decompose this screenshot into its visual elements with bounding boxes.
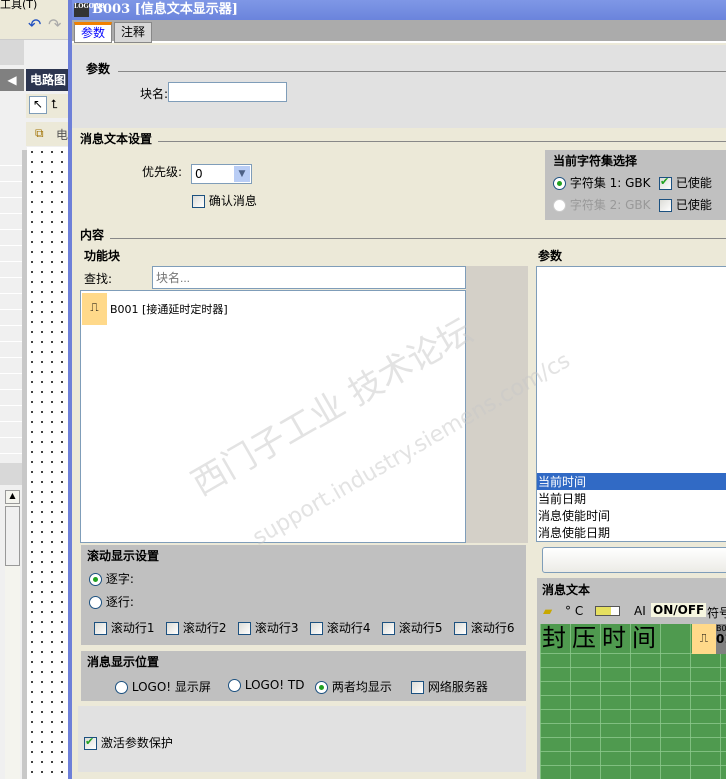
- title-bar: LOGO V8 B003 [信息文本显示器]: [72, 0, 726, 20]
- section-title: 参数: [86, 62, 111, 76]
- symbol-button[interactable]: 符号: [707, 604, 726, 621]
- message-text-group: 消息文本 ▰ ° C AI ON/OFF 符号 封 压 时 间 ⎍ B001: [537, 578, 726, 779]
- pointer-icon[interactable]: ↖: [29, 96, 47, 114]
- insert-button[interactable]: [542, 547, 726, 573]
- param-protection-checkbox[interactable]: 激活参数保护: [84, 734, 173, 751]
- display-position-group: 消息显示位置 LOGO! 显示屏 LOGO! TD 两者均显示 网络服务器: [81, 651, 526, 701]
- params-title: 参数: [538, 249, 563, 263]
- dialog-b003: LOGO V8 B003 [信息文本显示器] 参数 注释 参数 块名: 消息文本…: [68, 0, 726, 779]
- function-block-list: ⎍ B001 [接通延时定时器]: [80, 290, 466, 543]
- charset-2-enabled[interactable]: 已使能: [659, 196, 712, 213]
- position-logo-display[interactable]: LOGO! 显示屏: [115, 678, 211, 695]
- scroll-line-6[interactable]: 滚动行6: [454, 619, 514, 636]
- charset-1-enabled[interactable]: 已使能: [659, 174, 712, 191]
- function-blocks-title: 功能块: [84, 249, 121, 263]
- params-section: 参数 块名:: [72, 45, 726, 128]
- tab-params[interactable]: 参数: [74, 22, 113, 43]
- priority-label: 优先级:: [142, 165, 183, 179]
- lcd-editor[interactable]: 封 压 时 间 ⎍ B001: [540, 624, 726, 779]
- lcd-char: 间: [632, 624, 656, 652]
- charset-1-radio[interactable]: 字符集 1: GBK: [553, 174, 651, 191]
- scroll-line-4[interactable]: 滚动行4: [310, 619, 370, 636]
- scroll-by-char-radio[interactable]: 逐字:: [89, 570, 134, 587]
- block-name-label: 块名:: [140, 87, 169, 101]
- lcd-char: 封: [542, 624, 572, 652]
- scrollbar[interactable]: ▲: [5, 490, 20, 779]
- collapse-arrow[interactable]: ◀: [0, 69, 24, 91]
- timer-icon: ⎍: [692, 624, 716, 654]
- lcd-char: 时: [602, 624, 626, 652]
- position-both[interactable]: 两者均显示: [315, 678, 392, 695]
- panel-tab-circuit[interactable]: 电路图: [26, 69, 70, 91]
- section-title: 内容: [80, 228, 105, 242]
- priority-select[interactable]: 0 ▼: [191, 164, 252, 184]
- menu-tools[interactable]: 工具(T): [0, 0, 37, 12]
- tab-comments[interactable]: 注释: [114, 22, 153, 43]
- logo-icon: LOGO V8: [74, 3, 105, 17]
- ai-button[interactable]: AI: [634, 604, 646, 618]
- circuit-canvas[interactable]: [27, 147, 70, 779]
- ack-checkbox[interactable]: 确认消息: [192, 192, 257, 209]
- dialog-title: B003 [信息文本显示器]: [92, 2, 238, 17]
- bargraph-icon[interactable]: [595, 606, 620, 616]
- redo-icon[interactable]: ↷: [48, 15, 61, 34]
- web-server-checkbox[interactable]: 网络服务器: [411, 678, 488, 695]
- param-item[interactable]: 当前时间: [537, 473, 726, 490]
- timer-icon: ⎍: [82, 293, 107, 325]
- position-logo-td[interactable]: LOGO! TD: [228, 678, 304, 692]
- chevron-down-icon[interactable]: ▼: [234, 166, 250, 182]
- param-item[interactable]: 消息使能日期: [537, 524, 726, 541]
- scroll-by-line-radio[interactable]: 逐行:: [89, 593, 134, 610]
- eraser-icon[interactable]: ▰: [543, 604, 552, 618]
- param-item[interactable]: 消息使能时间: [537, 507, 726, 524]
- charset-group: 当前字符集选择 字符集 1: GBK 已使能 字符集 2: GBK 已使能: [545, 150, 726, 220]
- scroll-line-1[interactable]: 滚动行1: [94, 619, 154, 636]
- connector-icon[interactable]: ⮤: [51, 97, 58, 112]
- charset-2-radio[interactable]: 字符集 2: GBK: [553, 196, 651, 213]
- param-item[interactable]: 当前日期: [537, 490, 726, 507]
- lcd-char: 压: [572, 624, 596, 652]
- search-input[interactable]: [152, 266, 466, 289]
- toolbar: ↶ ↷: [0, 12, 70, 40]
- protection-area: 激活参数保护: [78, 706, 526, 772]
- scroll-line-5[interactable]: 滚动行5: [382, 619, 442, 636]
- circuit-icon: ⧉: [35, 126, 44, 140]
- search-label: 查找:: [84, 272, 113, 286]
- undo-icon[interactable]: ↶: [28, 15, 41, 34]
- scroll-line-2[interactable]: 滚动行2: [166, 619, 226, 636]
- onoff-button[interactable]: ON/OFF: [651, 603, 707, 617]
- block-name-input[interactable]: [168, 82, 287, 102]
- list-item[interactable]: ⎍ B001 [接通延时定时器]: [82, 293, 462, 327]
- section-title: 消息文本设置: [80, 132, 153, 146]
- scroll-settings-group: 滚动显示设置 逐字: 逐行: 滚动行1 滚动行2 滚动行3 滚动行4 滚动行5 …: [81, 545, 526, 645]
- param-list: 当前时间 当前日期 消息使能时间 消息使能日期: [536, 266, 726, 542]
- degree-button[interactable]: ° C: [565, 604, 583, 618]
- tab-bar: 参数 注释: [72, 20, 726, 43]
- background-app: 工具(T) ↶ ↷ ◀ 电路图 ↖ ⮤ ⧉ 电 ▲: [0, 0, 70, 779]
- scroll-line-3[interactable]: 滚动行3: [238, 619, 298, 636]
